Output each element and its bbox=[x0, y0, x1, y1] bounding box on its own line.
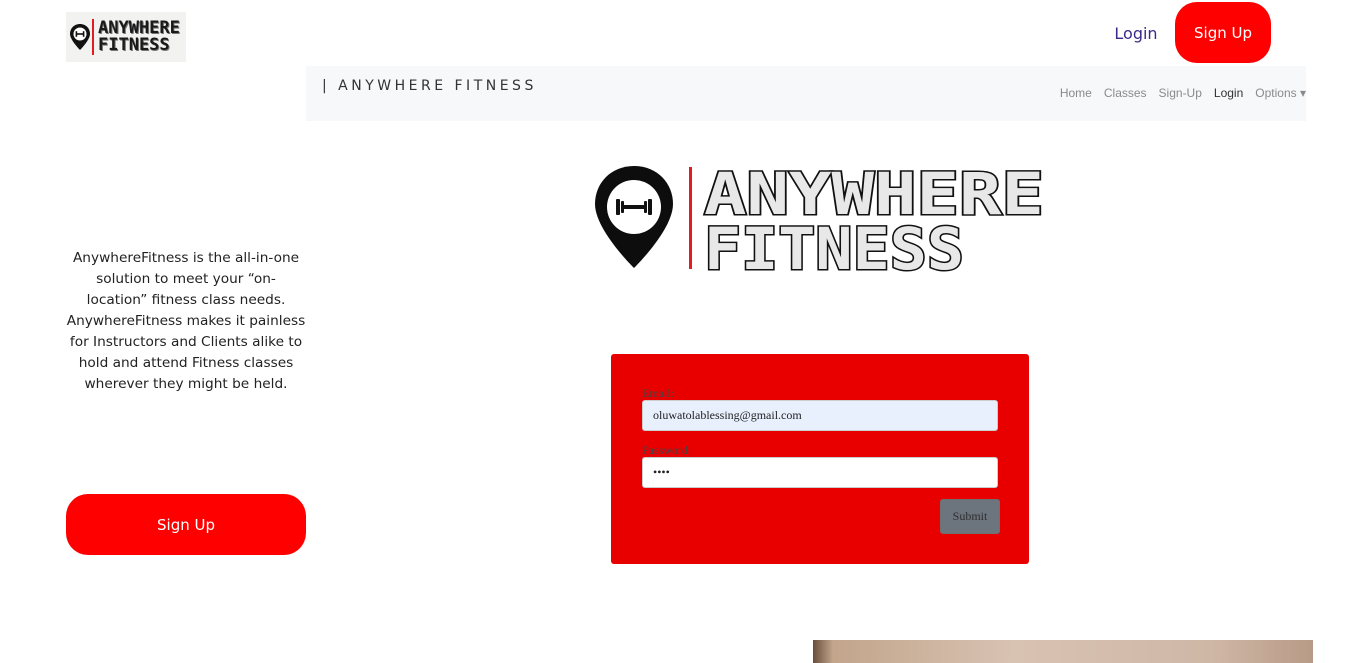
site-nav-links: Home Classes Sign-Up Login Options ▾ bbox=[1060, 86, 1306, 100]
main-signup-button[interactable]: Sign Up bbox=[66, 494, 306, 555]
location-pin-icon bbox=[70, 24, 90, 50]
about-text: AnywhereFitness is the all-in-one soluti… bbox=[66, 250, 306, 392]
site-brand[interactable]: | ANYWHERE FITNESS bbox=[322, 78, 537, 94]
brand-logo-text: ANYWHERE FITNESS bbox=[98, 20, 180, 54]
logo-divider bbox=[92, 19, 94, 55]
nav-link-home[interactable]: Home bbox=[1060, 86, 1092, 100]
header-signup-button[interactable]: Sign Up bbox=[1175, 2, 1271, 63]
nav-link-login[interactable]: Login bbox=[1214, 86, 1243, 100]
brand-logo-line2: FITNESS bbox=[98, 35, 170, 55]
hero-logo: ANYWHERE FITNESS bbox=[595, 162, 1046, 274]
hero-logo-divider bbox=[689, 167, 692, 269]
hero-location-pin-icon bbox=[595, 166, 673, 268]
header-login-link[interactable]: Login bbox=[1110, 22, 1162, 46]
password-field[interactable] bbox=[642, 457, 998, 488]
submit-button[interactable]: Submit bbox=[940, 499, 1000, 534]
hero-logo-line2: FITNESS bbox=[704, 215, 964, 274]
email-field[interactable] bbox=[642, 400, 998, 431]
nav-dropdown-options[interactable]: Options ▾ bbox=[1255, 86, 1306, 100]
brand-logo: ANYWHERE FITNESS bbox=[66, 12, 186, 62]
email-label: Email: bbox=[642, 386, 674, 400]
fitness-photo bbox=[813, 640, 1313, 663]
site-navbar: | ANYWHERE FITNESS Home Classes Sign-Up … bbox=[306, 66, 1306, 121]
nav-link-signup[interactable]: Sign-Up bbox=[1159, 86, 1202, 100]
login-form: Email: Password: Submit bbox=[611, 354, 1029, 564]
nav-link-classes[interactable]: Classes bbox=[1104, 86, 1147, 100]
password-label: Password: bbox=[642, 443, 692, 457]
